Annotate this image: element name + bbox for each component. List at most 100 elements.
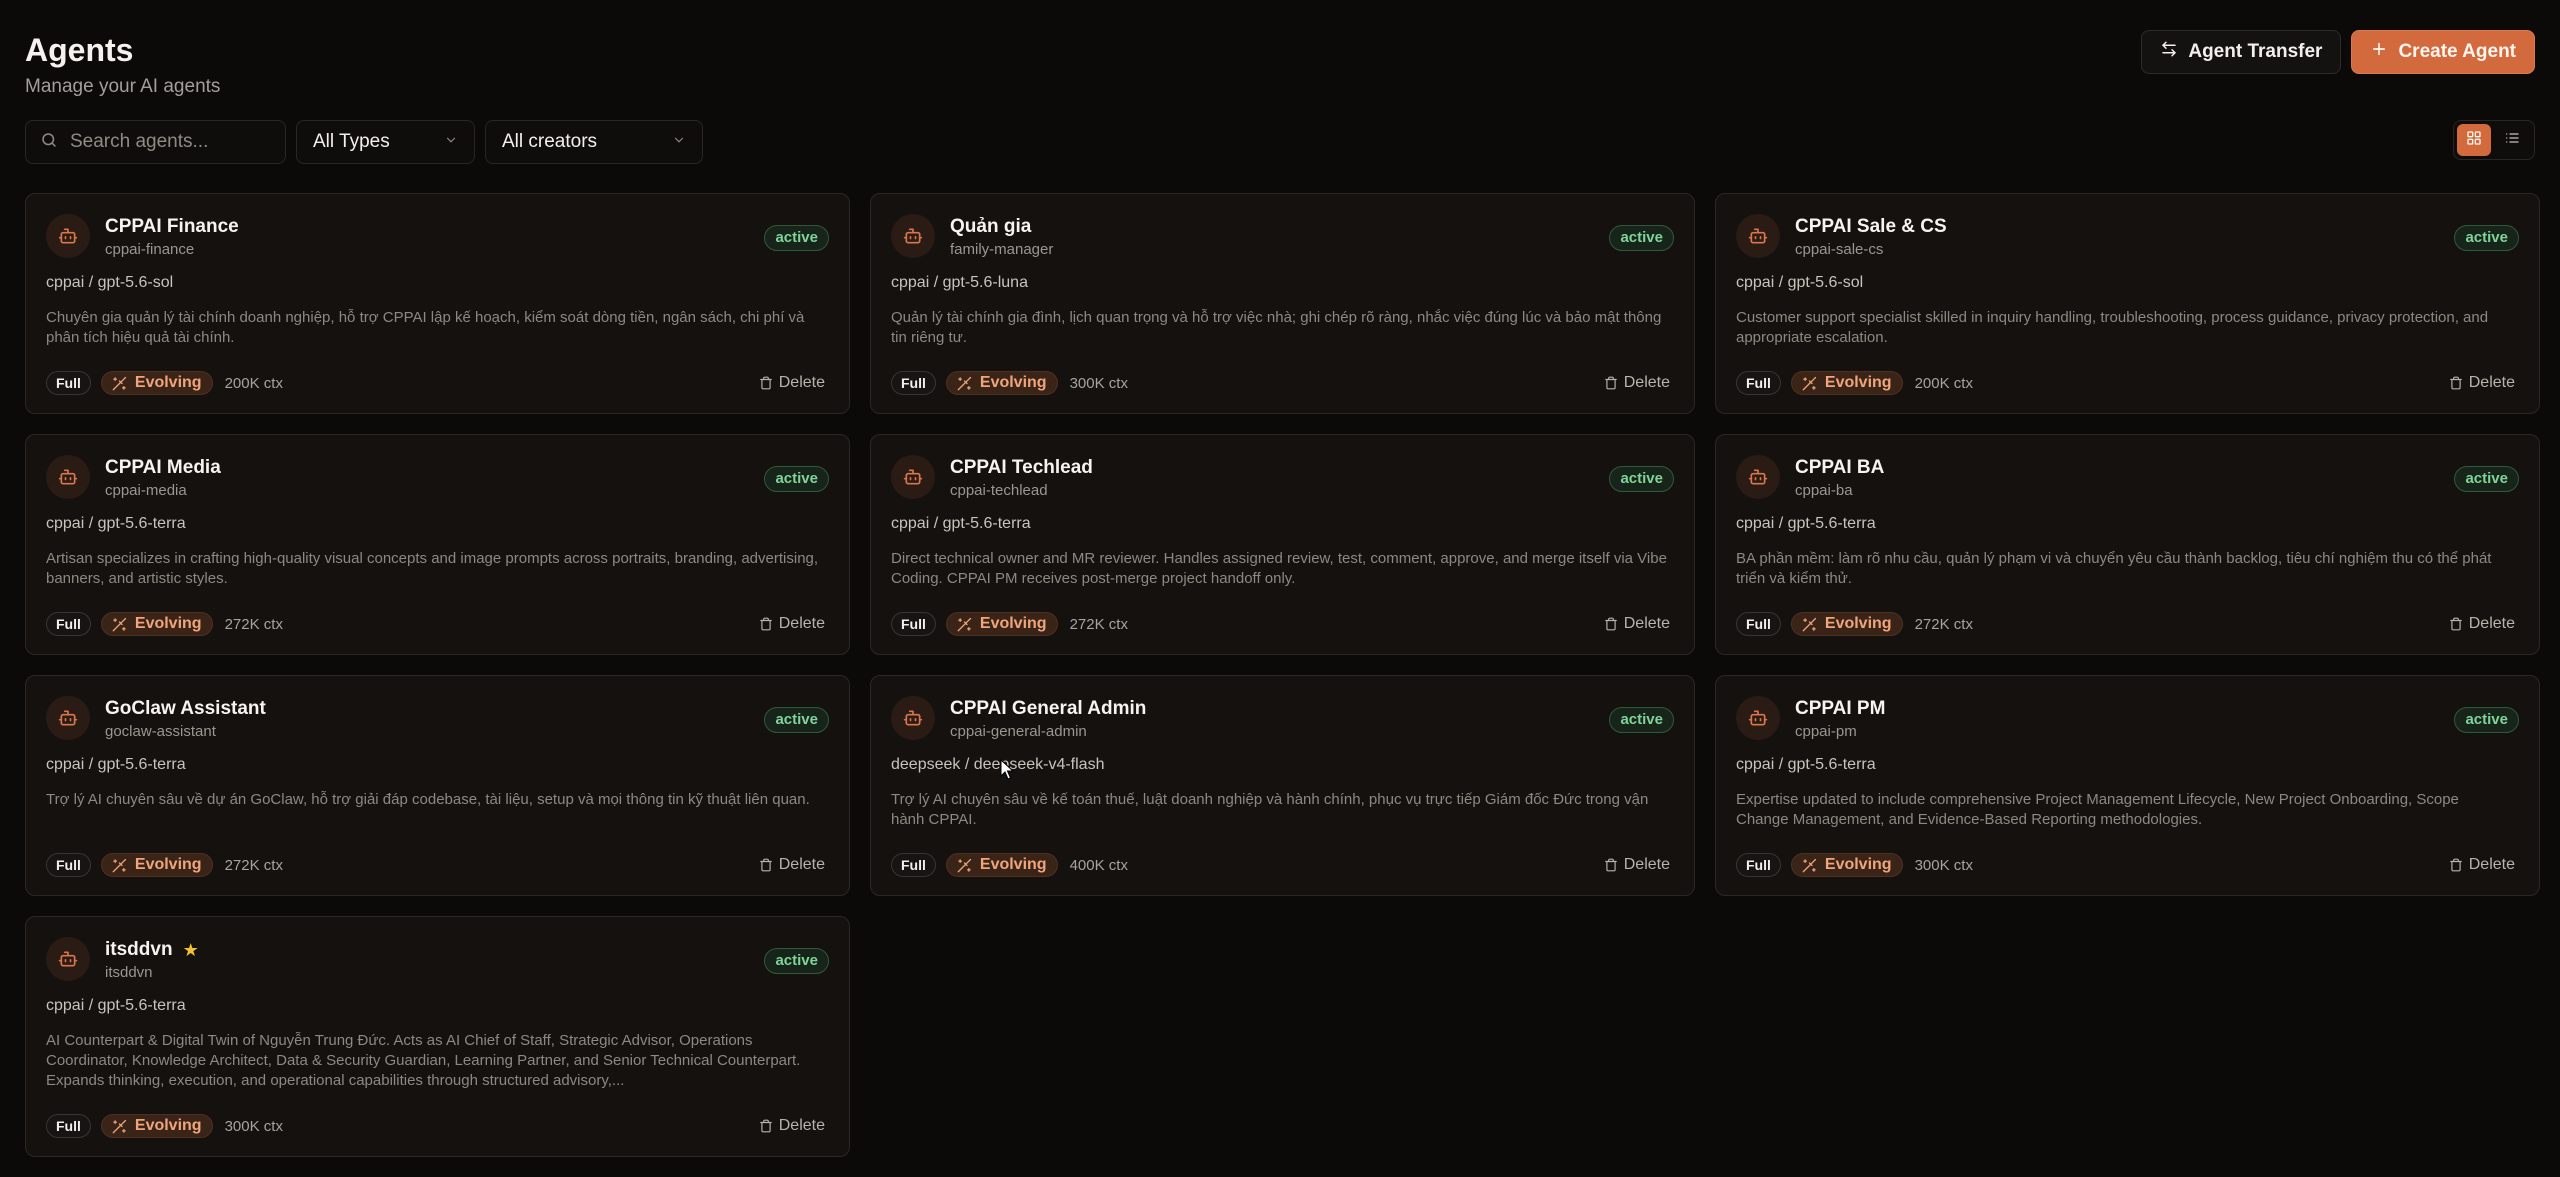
robot-icon (1748, 226, 1768, 246)
agent-description: Direct technical owner and MR reviewer. … (891, 550, 1667, 587)
filter-toolbar: All Types All creators (25, 120, 2535, 164)
agent-card[interactable]: CPPAI PM cppai-pm active cppai / gpt-5.6-te… (1715, 675, 2540, 896)
access-badge: Full (891, 612, 936, 636)
delete-agent-button[interactable]: Delete (759, 615, 825, 633)
evolving-badge: Evolving (945, 612, 1058, 636)
context-size: 272K ctx (224, 615, 283, 633)
delete-label: Delete (2468, 374, 2515, 391)
agent-card[interactable]: CPPAI BA cppai-ba active cppai / gpt-5.6-te… (1715, 434, 2540, 655)
agent-card-footer: Full Evolving 272K ctx Delete (1736, 612, 2515, 636)
agent-card-footer: Full Evolving 300K ctx Delete (46, 1114, 825, 1138)
trash-icon (2449, 376, 2463, 390)
agent-card[interactable]: CPPAI General Admin cppai-general-admin ac… (870, 675, 1695, 896)
header-actions: Agent Transfer Create Agent (2141, 30, 2535, 74)
delete-agent-button[interactable]: Delete (1604, 856, 1670, 874)
agent-name-row: CPPAI BA (1795, 457, 1884, 479)
evolving-label: Evolving (979, 615, 1047, 632)
agent-card[interactable]: Quản gia family-manager active cppai / gpt-… (870, 193, 1695, 414)
evolving-badge: Evolving (1790, 371, 1903, 395)
grid-view-button[interactable] (2457, 124, 2491, 156)
agent-model: cppai / gpt-5.6-terra (46, 997, 186, 1014)
trash-icon (759, 617, 773, 631)
sparkle-wand-icon (112, 1119, 127, 1134)
evolving-label: Evolving (979, 374, 1047, 391)
type-filter-select[interactable]: All Types (296, 120, 475, 164)
agent-card[interactable]: GoClaw Assistant goclaw-assistant active cp… (25, 675, 850, 896)
delete-agent-button[interactable]: Delete (1604, 374, 1670, 392)
agent-card[interactable]: itsddvn ★ itsddvn active cppai / gpt-5.6-ter… (25, 916, 850, 1157)
agent-name: CPPAI General Admin (950, 698, 1147, 719)
agent-model: cppai / gpt-5.6-terra (46, 756, 186, 773)
delete-agent-button[interactable]: Delete (1604, 615, 1670, 633)
create-agent-button[interactable]: Create Agent (2351, 30, 2535, 74)
agent-card-footer: Full Evolving 272K ctx Delete (46, 612, 825, 636)
delete-agent-button[interactable]: Delete (2449, 615, 2515, 633)
agent-description: Chuyên gia quản lý tài chính doanh nghiệ… (46, 309, 805, 346)
creator-filter-select[interactable]: All creators (485, 120, 703, 164)
agent-description: Quản lý tài chính gia đình, lịch quan tr… (891, 309, 1662, 346)
view-mode-toggle (2453, 120, 2535, 160)
agent-card-footer: Full Evolving 400K ctx Delete (891, 853, 1670, 877)
agent-slug: goclaw-assistant (105, 723, 216, 740)
sparkle-wand-icon (112, 617, 127, 632)
agent-card-footer: Full Evolving 272K ctx Delete (46, 853, 825, 877)
agent-name: CPPAI Sale & CS (1795, 216, 1947, 237)
robot-icon (58, 949, 78, 969)
context-size: 200K ctx (224, 374, 283, 392)
delete-agent-button[interactable]: Delete (2449, 856, 2515, 874)
delete-label: Delete (778, 1117, 825, 1134)
status-badge: active (2454, 225, 2519, 251)
access-badge: Full (1736, 371, 1781, 395)
search-box[interactable] (25, 120, 286, 164)
delete-agent-button[interactable]: Delete (2449, 374, 2515, 392)
delete-label: Delete (2468, 856, 2515, 873)
list-view-button[interactable] (2495, 124, 2529, 156)
chevron-down-icon (672, 131, 686, 153)
evolving-badge: Evolving (100, 1114, 213, 1138)
delete-agent-button[interactable]: Delete (759, 856, 825, 874)
evolving-badge: Evolving (945, 371, 1058, 395)
delete-label: Delete (1623, 374, 1670, 391)
agent-card[interactable]: CPPAI Sale & CS cppai-sale-cs active cppai … (1715, 193, 2540, 414)
agent-avatar (1736, 214, 1780, 258)
agent-name-row: CPPAI PM (1795, 698, 1885, 720)
trash-icon (759, 858, 773, 872)
agent-slug: family-manager (950, 241, 1054, 258)
agent-name-row: CPPAI Sale & CS (1795, 216, 1947, 238)
delete-agent-button[interactable]: Delete (759, 374, 825, 392)
status-badge: active (764, 948, 829, 974)
agent-card[interactable]: CPPAI Techlead cppai-techlead active cppai … (870, 434, 1695, 655)
context-size: 200K ctx (1914, 374, 1973, 392)
delete-agent-button[interactable]: Delete (759, 1117, 825, 1135)
agent-description: BA phần mềm: làm rõ nhu cầu, quản lý phạ… (1736, 550, 2492, 587)
evolving-label: Evolving (1824, 615, 1892, 632)
status-badge: active (764, 225, 829, 251)
agent-card[interactable]: CPPAI Media cppai-media active cppai / gpt-… (25, 434, 850, 655)
agent-slug: cppai-general-admin (950, 723, 1087, 740)
agent-card-footer: Full Evolving 200K ctx Delete (1736, 371, 2515, 395)
agent-slug: cppai-techlead (950, 482, 1048, 499)
delete-label: Delete (778, 615, 825, 632)
transfer-arrows-icon (2160, 40, 2178, 64)
evolving-label: Evolving (1824, 374, 1892, 391)
mouse-cursor-icon (1000, 759, 1014, 780)
agent-card[interactable]: CPPAI Finance cppai-finance active cppai / … (25, 193, 850, 414)
access-badge: Full (891, 853, 936, 877)
search-input[interactable] (70, 131, 260, 153)
agent-description: Customer support specialist skilled in i… (1736, 309, 2489, 346)
delete-label: Delete (1623, 856, 1670, 873)
evolving-label: Evolving (134, 1117, 202, 1134)
sparkle-wand-icon (1802, 376, 1817, 391)
delete-label: Delete (1623, 615, 1670, 632)
robot-icon (58, 467, 78, 487)
agent-transfer-button[interactable]: Agent Transfer (2141, 30, 2342, 74)
agent-avatar (46, 937, 90, 981)
agent-card-footer: Full Evolving 272K ctx Delete (891, 612, 1670, 636)
star-icon: ★ (182, 939, 199, 960)
agent-description: AI Counterpart & Digital Twin of Nguyễn … (46, 1032, 801, 1089)
delete-label: Delete (2468, 615, 2515, 632)
context-size: 272K ctx (224, 856, 283, 874)
evolving-badge: Evolving (100, 853, 213, 877)
agent-name-row: GoClaw Assistant (105, 698, 266, 720)
robot-icon (1748, 467, 1768, 487)
